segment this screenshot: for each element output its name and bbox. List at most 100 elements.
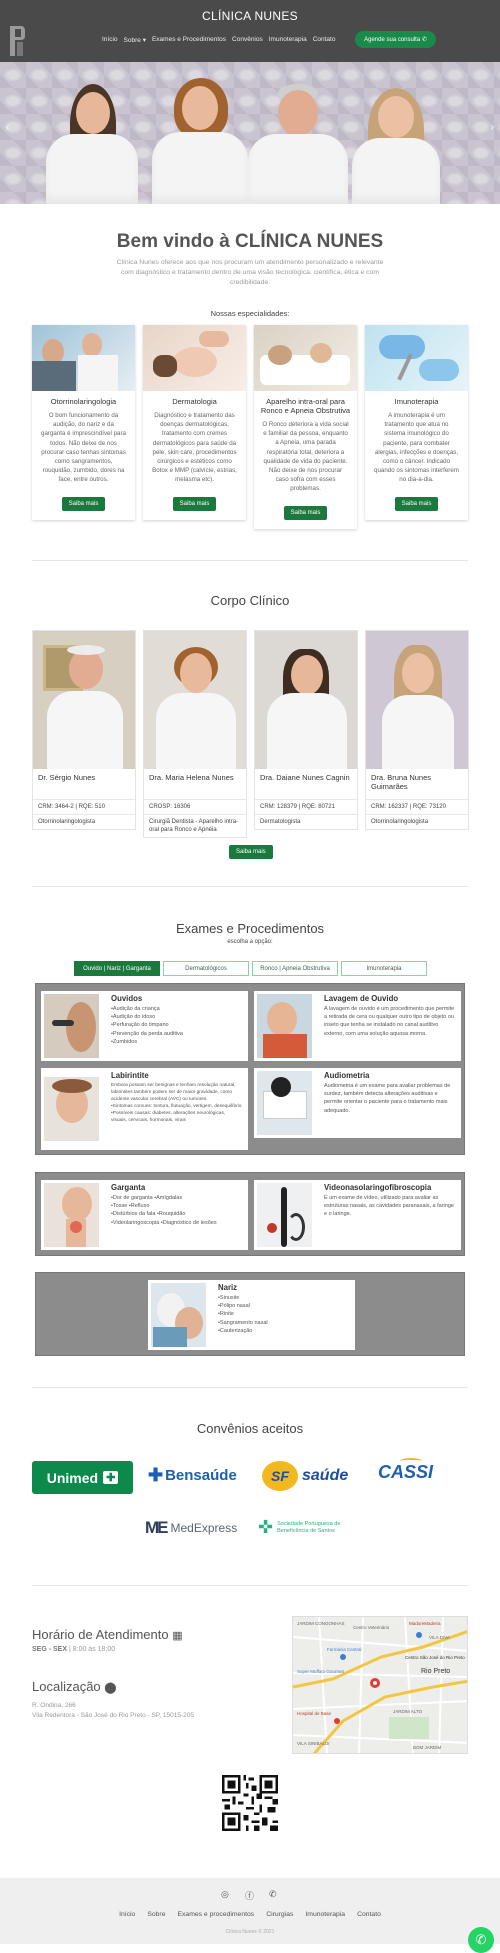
doctor-card: Dra. Bruna Nunes Guimarães CRM: 162337 |… bbox=[365, 630, 469, 830]
sf-icon: SF bbox=[262, 1461, 298, 1491]
saiba-mais-button[interactable]: Saiba mais bbox=[172, 496, 217, 511]
carousel-next-icon[interactable]: › bbox=[491, 122, 494, 133]
map-label: Rio Preto bbox=[421, 1668, 450, 1675]
footer-link-cirurgias[interactable]: Cirurgias bbox=[266, 1911, 293, 1918]
exam-image bbox=[257, 1071, 312, 1135]
welcome-intro: Clínica Nunes oferece aos que nos procur… bbox=[116, 259, 384, 286]
map-label: Farmácia Central bbox=[327, 1647, 362, 1652]
doctor-photo bbox=[144, 631, 246, 769]
exam-card-lavagem[interactable]: Lavagem de Ouvido A lavagem de ouvido é … bbox=[254, 991, 461, 1061]
exam-text: •Dor de garganta •Amígdalas •Tosse •Refl… bbox=[111, 1195, 217, 1226]
sf-saude-logo[interactable]: SF saúde bbox=[262, 1461, 348, 1491]
exam-image bbox=[44, 994, 99, 1058]
exam-card-labirintite[interactable]: Labirintite Embora possam ser benignas e… bbox=[41, 1068, 248, 1150]
beneficencia-logo[interactable]: ✜ Sociedade Portuguesa de Beneficência d… bbox=[258, 1517, 373, 1538]
map-label: JARDIM ALTO bbox=[393, 1709, 423, 1714]
specialties-heading: Nossas especialidades: bbox=[210, 309, 290, 318]
saiba-mais-button[interactable]: Saiba mais bbox=[61, 496, 106, 511]
exam-card-video[interactable]: Videonasolaringofibroscopia É um exame d… bbox=[254, 1180, 461, 1250]
hours-title: Horário de Atendimento ▦ bbox=[32, 1627, 183, 1642]
doctor-registration: CRM: 3464-2 | RQE: 510 bbox=[33, 800, 135, 815]
saiba-mais-button[interactable]: Saiba mais bbox=[283, 505, 328, 520]
exam-panel: Garganta •Dor de garganta •Amígdalas •To… bbox=[35, 1172, 465, 1256]
corpo-clinico-title: Corpo Clínico bbox=[210, 593, 290, 608]
map-graphic: JARDIM CONGONHAS Centro Veterinário Madu… bbox=[293, 1617, 467, 1753]
exam-title: Audiometria bbox=[324, 1071, 370, 1080]
medexpress-mark-icon: ME bbox=[145, 1518, 168, 1537]
doctor-specialty: Otorrinolaringologista bbox=[371, 819, 429, 825]
exam-card-nariz[interactable]: Nariz •Sinusite •Pólipo nasal •Rinite •S… bbox=[148, 1280, 355, 1350]
facebook-icon[interactable]: ⓕ bbox=[245, 1889, 254, 1902]
saiba-mais-button[interactable]: Saiba mais bbox=[394, 496, 439, 511]
cassi-logo[interactable]: CASSI bbox=[378, 1458, 433, 1483]
footer: ◎ ⓕ ✆ Início Sobre Exames e procedimento… bbox=[0, 1878, 500, 1953]
book-appointment-button[interactable]: Agende sua consulta ✆ bbox=[355, 31, 436, 48]
footer-link-imunoterapia[interactable]: Imunoterapia bbox=[305, 1911, 345, 1918]
divider bbox=[32, 886, 468, 887]
specialty-desc: O Ronco deteriora a vida social e famili… bbox=[262, 421, 349, 493]
hours-detail: SEG - SEX | 8:00 às 18:00 bbox=[32, 1646, 116, 1653]
nav-link-exames[interactable]: Exames e Procedimentos bbox=[152, 36, 226, 44]
brand-title[interactable]: CLÍNICA NUNES bbox=[0, 9, 500, 23]
footer-links: Início Sobre Exames e procedimentos Ciru… bbox=[0, 1911, 500, 1918]
specialty-title: Otorrinolaringologia bbox=[50, 397, 117, 406]
instagram-icon[interactable]: ◎ bbox=[221, 1889, 229, 1900]
map-label: Super Muffato Gourmet bbox=[297, 1669, 345, 1674]
exam-panel: Ouvidos •Audição da criança •Audição do … bbox=[35, 983, 465, 1155]
carousel-prev-icon[interactable]: ‹ bbox=[6, 122, 9, 133]
footer-link-exames[interactable]: Exames e procedimentos bbox=[177, 1911, 254, 1918]
exam-image bbox=[257, 994, 312, 1058]
doctor-name: Dra. Maria Helena Nunes bbox=[144, 769, 246, 800]
tab-imunoterapia[interactable]: Imunoterapia bbox=[341, 961, 427, 976]
nav-link-convenios[interactable]: Convênios bbox=[232, 36, 263, 44]
exam-title: Videonasolaringofibroscopia bbox=[324, 1183, 432, 1192]
map-label: MadureMadeira bbox=[409, 1621, 441, 1626]
doctor-specialty: Otorrinolaringologista bbox=[38, 819, 96, 825]
exam-card-audiometria[interactable]: Audiometria Audiometria é um exame para … bbox=[254, 1068, 461, 1138]
doctor-name: Dra. Daiane Nunes Cagnin bbox=[255, 769, 357, 800]
doctor-name: Dr. Sérgio Nunes bbox=[33, 769, 135, 800]
tab-dermatologicos[interactable]: Dermatológicos bbox=[163, 961, 249, 976]
exams-subtitle: escolha a opção: bbox=[227, 939, 273, 945]
divider bbox=[32, 560, 468, 561]
doctor-name: Dra. Bruna Nunes Guimarães bbox=[366, 769, 468, 800]
address: R. Ondina, 266 Vila Redentora - São José… bbox=[32, 1702, 195, 1719]
nav-link-inicio[interactable]: Início bbox=[102, 36, 118, 44]
footer-link-sobre[interactable]: Sobre bbox=[147, 1911, 165, 1918]
exam-panel: Nariz •Sinusite •Pólipo nasal •Rinite •S… bbox=[35, 1272, 465, 1356]
medexpress-logo[interactable]: ME MedExpress bbox=[145, 1518, 237, 1538]
corpo-clinico-more-button[interactable]: Saiba mais bbox=[229, 845, 273, 859]
map-label: VILA DIVA bbox=[429, 1635, 450, 1640]
specialty-title: Dermatologia bbox=[172, 397, 217, 406]
map-label: BOM JARDIM bbox=[413, 1745, 442, 1750]
tab-ronco-apneia[interactable]: Ronco | Apneia Obstrutiva bbox=[252, 961, 338, 976]
exam-title: Labirintite bbox=[111, 1071, 149, 1080]
exam-title: Nariz bbox=[218, 1283, 238, 1292]
nav-link-imunoterapia[interactable]: Imunoterapia bbox=[269, 36, 307, 44]
clinic-logo[interactable] bbox=[7, 24, 27, 58]
nav-link-sobre[interactable]: Sobre ▾ bbox=[124, 36, 146, 44]
map-label: JARDIM CONGONHAS bbox=[297, 1621, 345, 1626]
tab-ouvido-nariz-garganta[interactable]: Ouvido | Nariz | Garganta bbox=[74, 961, 160, 976]
exam-card-ouvidos[interactable]: Ouvidos •Audição da criança •Audição do … bbox=[41, 991, 248, 1061]
doctor-registration: CRM: 128379 | RQE: 80721 bbox=[255, 800, 357, 815]
unimed-logo[interactable]: Unimed ✚ bbox=[32, 1461, 133, 1494]
whatsapp-float-button[interactable]: ✆ bbox=[468, 1927, 494, 1953]
divider bbox=[32, 1585, 468, 1586]
footer-link-contato[interactable]: Contato bbox=[357, 1911, 381, 1918]
map-pin-icon: ⬤ bbox=[104, 1682, 117, 1694]
footer-link-inicio[interactable]: Início bbox=[119, 1911, 135, 1918]
nav-link-contato[interactable]: Contato bbox=[313, 36, 336, 44]
bensaude-logo[interactable]: ✚ Bensaúde bbox=[148, 1465, 237, 1486]
hero-banner: ‹ › bbox=[0, 62, 500, 204]
unimed-symbol-icon: ✚ bbox=[103, 1471, 119, 1484]
qr-code[interactable] bbox=[222, 1775, 278, 1831]
doctor-card: Dra. Daiane Nunes Cagnin CRM: 128379 | R… bbox=[254, 630, 358, 830]
location-map[interactable]: JARDIM CONGONHAS Centro Veterinário Madu… bbox=[292, 1616, 468, 1754]
map-label: Centro São José do Rio Preto bbox=[405, 1655, 465, 1660]
qr-graphic bbox=[222, 1775, 278, 1831]
whatsapp-icon[interactable]: ✆ bbox=[269, 1889, 277, 1900]
specialty-desc: A imunoterapia é um tratamento que atua … bbox=[374, 412, 459, 484]
location-title: Localização ⬤ bbox=[32, 1679, 117, 1694]
exam-card-garganta[interactable]: Garganta •Dor de garganta •Amígdalas •To… bbox=[41, 1180, 248, 1250]
